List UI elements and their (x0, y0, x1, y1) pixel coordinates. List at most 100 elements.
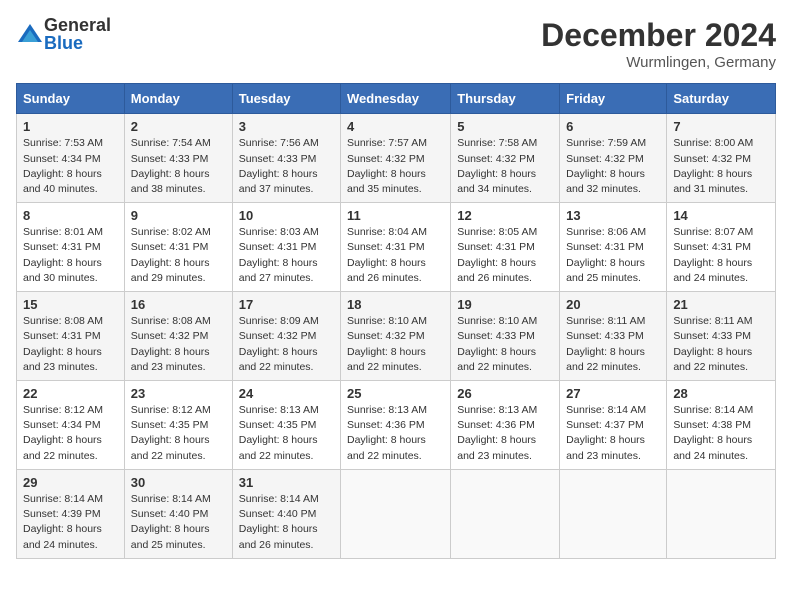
calendar-cell: 29Sunrise: 8:14 AMSunset: 4:39 PMDayligh… (17, 469, 125, 558)
day-info: Sunrise: 8:08 AMSunset: 4:31 PMDaylight:… (23, 314, 118, 375)
calendar-cell: 11 Sunrise: 8:04 AMSunset: 4:31 PMDayligh… (341, 203, 451, 292)
day-number: 30 (131, 475, 226, 490)
day-number: 17 (239, 297, 334, 312)
header-row: SundayMondayTuesdayWednesdayThursdayFrid… (17, 84, 776, 114)
day-number: 23 (131, 386, 226, 401)
page-header: General Blue December 2024 Wurmlingen, G… (16, 16, 776, 71)
day-info: Sunrise: 7:54 AMSunset: 4:33 PMDaylight:… (131, 136, 226, 197)
calendar-cell: 1 Sunrise: 7:53 AMSunset: 4:34 PMDaylight… (17, 114, 125, 203)
day-info: Sunrise: 8:13 AMSunset: 4:36 PMDaylight:… (347, 403, 444, 464)
calendar-cell: 18 Sunrise: 8:10 AMSunset: 4:32 PMDayligh… (341, 292, 451, 381)
day-number: 9 (131, 208, 226, 223)
week-row-4: 22 Sunrise: 8:12 AMSunset: 4:34 PMDayligh… (17, 381, 776, 470)
day-number: 5 (457, 119, 553, 134)
day-info: Sunrise: 8:00 AMSunset: 4:32 PMDaylight:… (673, 136, 769, 197)
day-number: 2 (131, 119, 226, 134)
day-number: 25 (347, 386, 444, 401)
day-number: 1 (23, 119, 118, 134)
day-info: Sunrise: 8:10 AMSunset: 4:32 PMDaylight:… (347, 314, 444, 375)
calendar-cell: 19Sunrise: 8:10 AMSunset: 4:33 PMDayligh… (451, 292, 560, 381)
calendar-cell: 20Sunrise: 8:11 AMSunset: 4:33 PMDayligh… (560, 292, 667, 381)
day-info: Sunrise: 8:09 AMSunset: 4:32 PMDaylight:… (239, 314, 334, 375)
header-day-saturday: Saturday (667, 84, 776, 114)
header-day-tuesday: Tuesday (232, 84, 340, 114)
calendar-cell: 2 Sunrise: 7:54 AMSunset: 4:33 PMDaylight… (124, 114, 232, 203)
calendar-cell: 10Sunrise: 8:03 AMSunset: 4:31 PMDayligh… (232, 203, 340, 292)
day-number: 12 (457, 208, 553, 223)
calendar-cell (667, 469, 776, 558)
day-info: Sunrise: 7:56 AMSunset: 4:33 PMDaylight:… (239, 136, 334, 197)
calendar-cell: 25 Sunrise: 8:13 AMSunset: 4:36 PMDayligh… (341, 381, 451, 470)
day-info: Sunrise: 7:59 AMSunset: 4:32 PMDaylight:… (566, 136, 660, 197)
day-info: Sunrise: 8:14 AMSunset: 4:38 PMDaylight:… (673, 403, 769, 464)
calendar-cell: 31Sunrise: 8:14 AMSunset: 4:40 PMDayligh… (232, 469, 340, 558)
logo-icon (16, 22, 40, 46)
day-info: Sunrise: 8:14 AMSunset: 4:40 PMDaylight:… (131, 492, 226, 553)
day-info: Sunrise: 8:05 AMSunset: 4:31 PMDaylight:… (457, 225, 553, 286)
header-day-wednesday: Wednesday (341, 84, 451, 114)
calendar-cell: 22 Sunrise: 8:12 AMSunset: 4:34 PMDayligh… (17, 381, 125, 470)
calendar-header: SundayMondayTuesdayWednesdayThursdayFrid… (17, 84, 776, 114)
week-row-5: 29Sunrise: 8:14 AMSunset: 4:39 PMDayligh… (17, 469, 776, 558)
logo: General Blue (16, 16, 111, 52)
day-info: Sunrise: 8:01 AMSunset: 4:31 PMDaylight:… (23, 225, 118, 286)
day-info: Sunrise: 7:58 AMSunset: 4:32 PMDaylight:… (457, 136, 553, 197)
week-row-1: 1 Sunrise: 7:53 AMSunset: 4:34 PMDaylight… (17, 114, 776, 203)
logo-text-blue: Blue (44, 34, 111, 52)
calendar-cell (560, 469, 667, 558)
day-info: Sunrise: 7:57 AMSunset: 4:32 PMDaylight:… (347, 136, 444, 197)
day-info: Sunrise: 8:11 AMSunset: 4:33 PMDaylight:… (566, 314, 660, 375)
day-info: Sunrise: 8:14 AMSunset: 4:37 PMDaylight:… (566, 403, 660, 464)
location-title: Wurmlingen, Germany (541, 54, 776, 71)
day-info: Sunrise: 8:06 AMSunset: 4:31 PMDaylight:… (566, 225, 660, 286)
day-number: 14 (673, 208, 769, 223)
day-info: Sunrise: 8:13 AMSunset: 4:35 PMDaylight:… (239, 403, 334, 464)
day-number: 27 (566, 386, 660, 401)
day-info: Sunrise: 7:53 AMSunset: 4:34 PMDaylight:… (23, 136, 118, 197)
calendar-cell: 9Sunrise: 8:02 AMSunset: 4:31 PMDaylight… (124, 203, 232, 292)
day-info: Sunrise: 8:14 AMSunset: 4:40 PMDaylight:… (239, 492, 334, 553)
calendar-cell: 3Sunrise: 7:56 AMSunset: 4:33 PMDaylight… (232, 114, 340, 203)
calendar-cell: 28 Sunrise: 8:14 AMSunset: 4:38 PMDayligh… (667, 381, 776, 470)
day-number: 18 (347, 297, 444, 312)
day-number: 21 (673, 297, 769, 312)
logo-text-general: General (44, 16, 111, 34)
calendar-cell: 4 Sunrise: 7:57 AMSunset: 4:32 PMDaylight… (341, 114, 451, 203)
header-day-thursday: Thursday (451, 84, 560, 114)
day-info: Sunrise: 8:12 AMSunset: 4:34 PMDaylight:… (23, 403, 118, 464)
calendar-cell: 23Sunrise: 8:12 AMSunset: 4:35 PMDayligh… (124, 381, 232, 470)
month-title: December 2024 (541, 16, 776, 54)
calendar-cell: 8 Sunrise: 8:01 AMSunset: 4:31 PMDaylight… (17, 203, 125, 292)
day-info: Sunrise: 8:04 AMSunset: 4:31 PMDaylight:… (347, 225, 444, 286)
day-info: Sunrise: 8:14 AMSunset: 4:39 PMDaylight:… (23, 492, 118, 553)
calendar-cell: 12 Sunrise: 8:05 AMSunset: 4:31 PMDayligh… (451, 203, 560, 292)
calendar-cell: 15 Sunrise: 8:08 AMSunset: 4:31 PMDayligh… (17, 292, 125, 381)
calendar-cell: 5 Sunrise: 7:58 AMSunset: 4:32 PMDaylight… (451, 114, 560, 203)
day-number: 26 (457, 386, 553, 401)
day-info: Sunrise: 8:10 AMSunset: 4:33 PMDaylight:… (457, 314, 553, 375)
header-day-monday: Monday (124, 84, 232, 114)
calendar-cell: 24 Sunrise: 8:13 AMSunset: 4:35 PMDayligh… (232, 381, 340, 470)
calendar-cell: 26Sunrise: 8:13 AMSunset: 4:36 PMDayligh… (451, 381, 560, 470)
calendar-cell (451, 469, 560, 558)
day-number: 10 (239, 208, 334, 223)
logo-text: General Blue (44, 16, 111, 52)
day-number: 15 (23, 297, 118, 312)
day-number: 7 (673, 119, 769, 134)
header-day-sunday: Sunday (17, 84, 125, 114)
calendar-cell: 16Sunrise: 8:08 AMSunset: 4:32 PMDayligh… (124, 292, 232, 381)
day-number: 13 (566, 208, 660, 223)
day-number: 24 (239, 386, 334, 401)
calendar-cell: 6Sunrise: 7:59 AMSunset: 4:32 PMDaylight… (560, 114, 667, 203)
day-number: 8 (23, 208, 118, 223)
day-number: 11 (347, 208, 444, 223)
day-number: 28 (673, 386, 769, 401)
calendar-table: SundayMondayTuesdayWednesdayThursdayFrid… (16, 83, 776, 558)
title-area: December 2024 Wurmlingen, Germany (541, 16, 776, 71)
calendar-cell: 30 Sunrise: 8:14 AMSunset: 4:40 PMDayligh… (124, 469, 232, 558)
week-row-2: 8 Sunrise: 8:01 AMSunset: 4:31 PMDaylight… (17, 203, 776, 292)
calendar-cell: 17 Sunrise: 8:09 AMSunset: 4:32 PMDayligh… (232, 292, 340, 381)
day-number: 16 (131, 297, 226, 312)
day-number: 4 (347, 119, 444, 134)
day-number: 22 (23, 386, 118, 401)
